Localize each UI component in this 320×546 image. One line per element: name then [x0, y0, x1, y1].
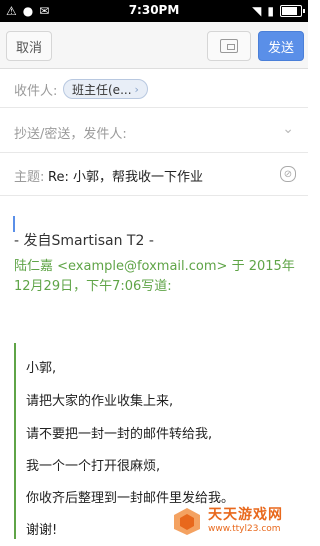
image-icon	[220, 39, 238, 53]
quote-line: 我一个一个打开很麻烦,	[26, 459, 161, 474]
quote-line: 请把大家的作业收集上来,	[26, 394, 174, 409]
status-bar: ⚠ ● ✉ 7:30PM ◥ ▮	[0, 0, 308, 22]
cc-bcc-label: 抄送/密送，发件人:	[14, 127, 127, 142]
recipient-chip[interactable]: 班主任(e... ›	[63, 79, 148, 99]
chevron-down-icon[interactable]: ⌄	[282, 121, 294, 137]
subject-field[interactable]: Re: 小郭，帮我收一下作业	[48, 166, 203, 185]
recipient-row[interactable]: 收件人: 班主任(e... ›	[0, 69, 308, 108]
cancel-button[interactable]: 取消	[6, 31, 52, 61]
signal-icon: ▮	[267, 4, 274, 18]
compose-toolbar: 取消 发送	[0, 22, 308, 69]
send-button[interactable]: 发送	[258, 31, 304, 61]
battery-icon	[280, 5, 305, 17]
attachment-icon[interactable]: ⊘	[280, 166, 296, 182]
system-icons: ◥ ▮	[252, 4, 305, 18]
quote-header: 陆仁嘉 <example@foxmail.com> 于 2015年12月29日，…	[14, 259, 295, 294]
quote-line: 小郭,	[26, 361, 57, 376]
insert-image-button[interactable]	[207, 31, 251, 61]
quote-line: 请不要把一封一封的邮件转给我,	[26, 427, 213, 442]
watermark-url: www.ttyl23.com	[208, 524, 281, 534]
chevron-right-icon: ›	[134, 82, 139, 96]
recipient-label: 收件人:	[14, 84, 58, 99]
subject-row[interactable]: 主题: Re: 小郭，帮我收一下作业 ⊘	[0, 153, 308, 196]
cc-bcc-row[interactable]: 抄送/密送，发件人: ⌄	[0, 108, 308, 153]
watermark: 天天游戏网 www.ttyl23.com	[172, 504, 302, 540]
watermark-logo-icon	[174, 508, 200, 535]
watermark-name: 天天游戏网	[208, 507, 283, 523]
subject-label: 主题:	[14, 170, 45, 185]
quote-line: 谢谢!	[26, 523, 58, 538]
recipient-chip-label: 班主任(e...	[72, 82, 132, 97]
signature: - 发自Smartisan T2 -	[14, 233, 154, 249]
wifi-icon: ◥	[252, 4, 262, 18]
